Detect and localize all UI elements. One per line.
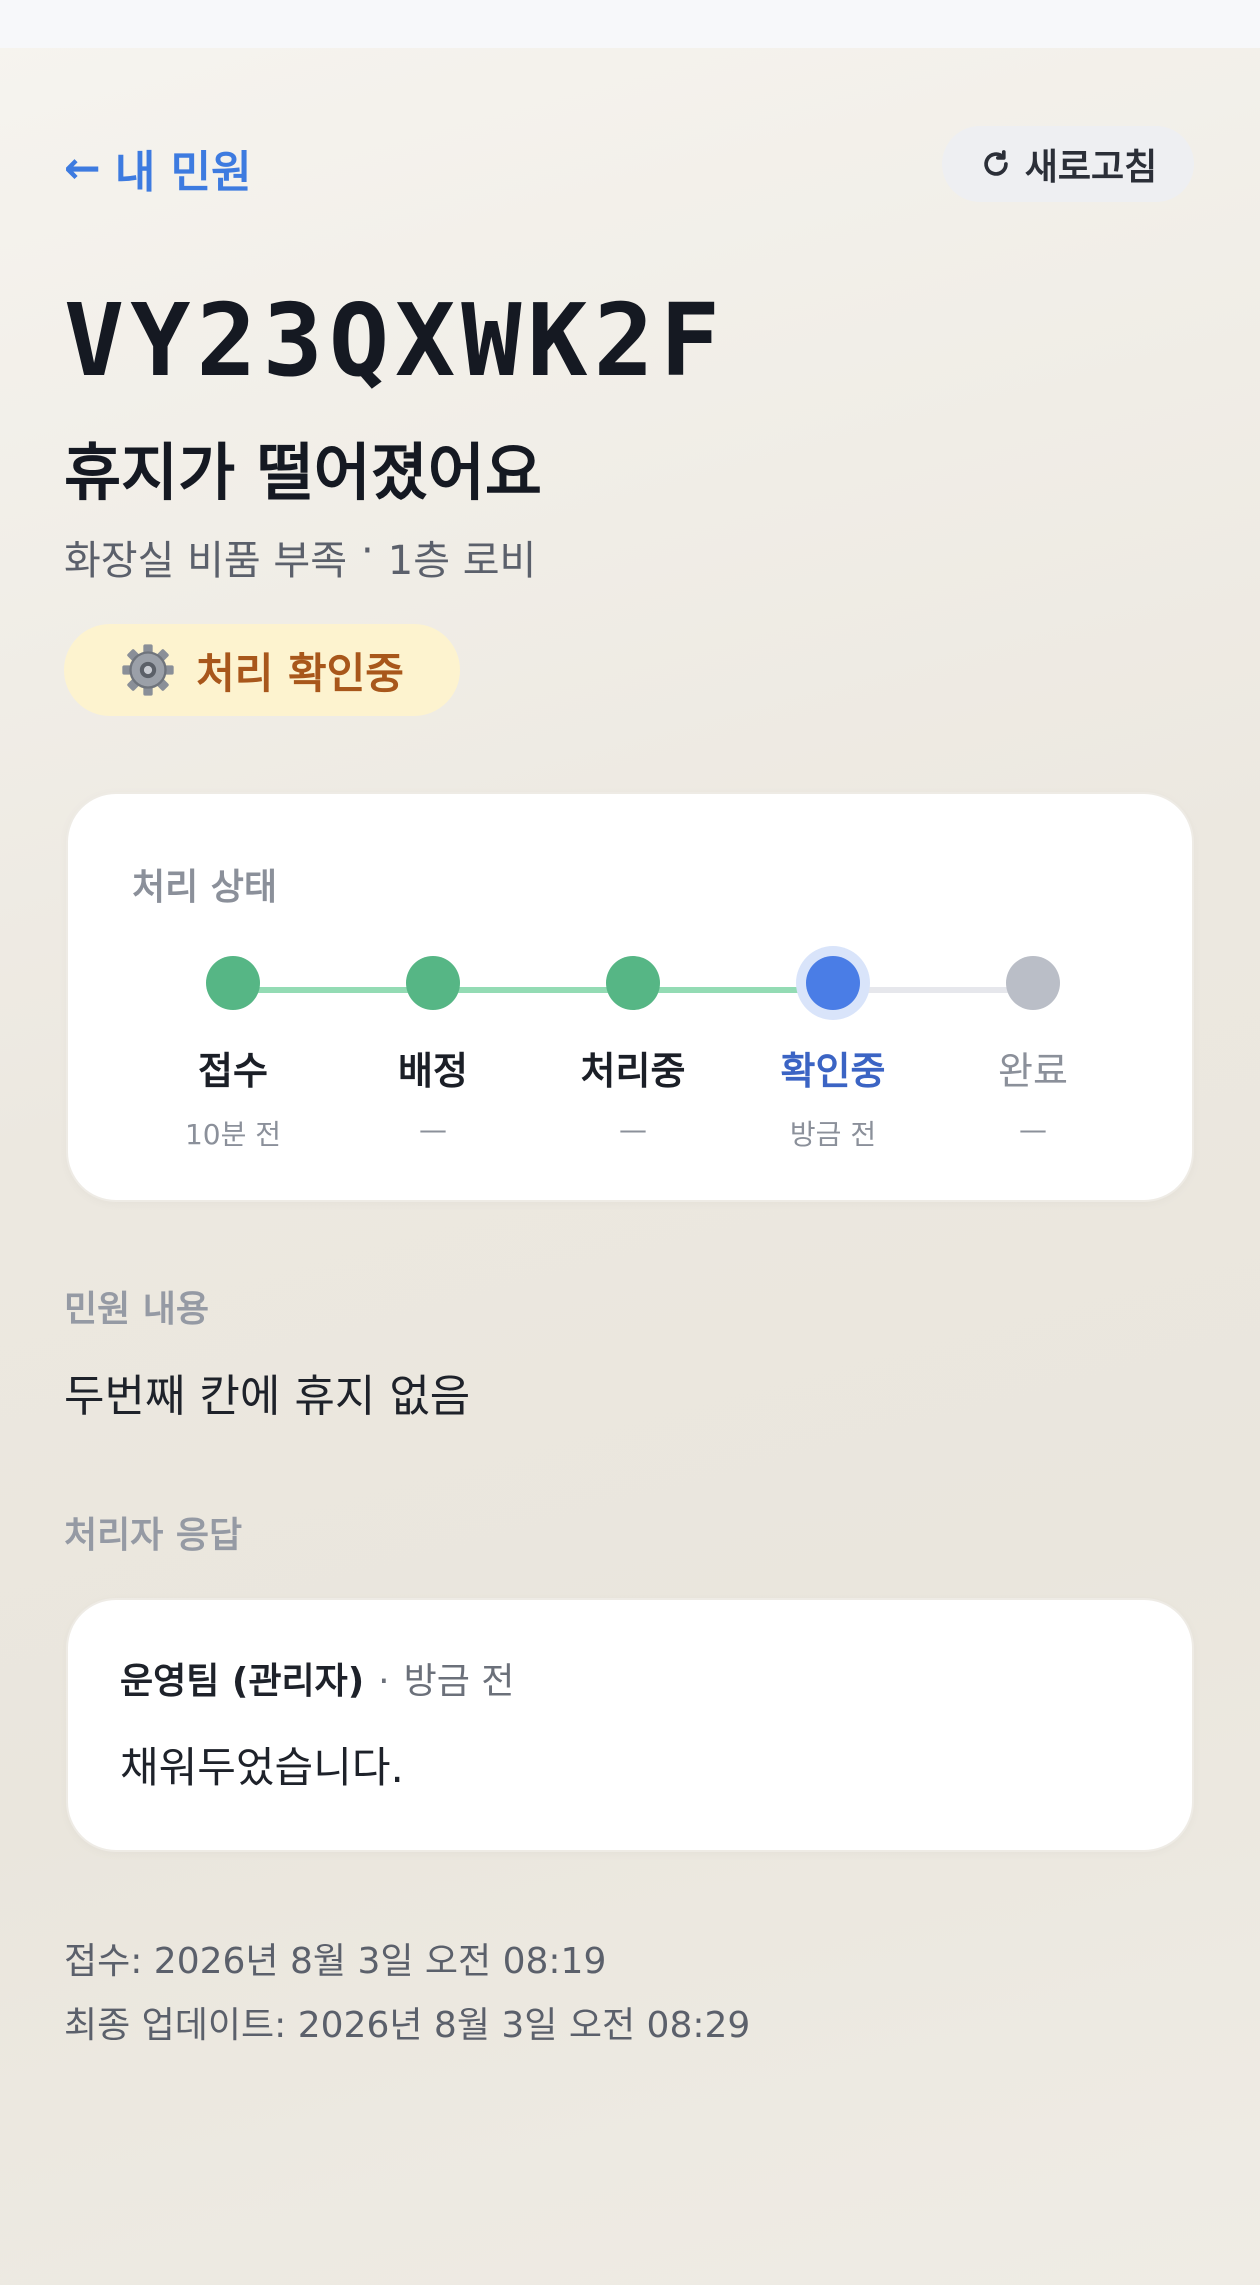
refresh-button-label: 새로고침 (1024, 147, 1158, 188)
reply-section-label: 처리자 응답 (64, 1515, 243, 1556)
step-time: 방금 전 (789, 1118, 877, 1151)
progress-step: 완료 — (933, 946, 1133, 1146)
complaint-text: 두번째 칸에 휴지 없음 (64, 1371, 471, 1422)
step-dot (1006, 956, 1060, 1010)
back-link-label: 내 민원 (114, 147, 252, 198)
step-label: 처리중 (580, 1049, 686, 1093)
step-time: 10분 전 (184, 1118, 282, 1151)
reply-header: 운영팀 (관리자) · 방금 전 (120, 1652, 514, 1704)
ticket-title: 휴지가 떨어졌어요 (64, 436, 542, 509)
reply-separator: · (378, 1661, 390, 1702)
arrow-left-icon: ← (64, 142, 101, 194)
top-bar (0, 0, 1260, 48)
updated-timestamp: 최종 업데이트: 2026년 8월 3일 오전 08:29 (64, 2005, 751, 2046)
progress-step: 접수 10분 전 (133, 946, 333, 1153)
step-dot (206, 956, 260, 1010)
reply-card: 운영팀 (관리자) · 방금 전 채워두었습니다. (66, 1598, 1194, 1852)
back-link[interactable]: ← 내 민원 (64, 136, 252, 200)
step-label: 완료 (998, 1049, 1068, 1093)
refresh-button[interactable]: 새로고침 (942, 126, 1194, 202)
ticket-category: 화장실 비품 부족 (64, 538, 348, 584)
step-label: 배정 (398, 1049, 468, 1093)
status-badge-label: 처리 확인중 (196, 648, 404, 698)
progress-step: 처리중 — (533, 946, 733, 1146)
ticket-location: 1층 로비 (387, 538, 537, 584)
step-label: 확인중 (780, 1049, 886, 1093)
reply-author: 운영팀 (관리자) (120, 1661, 365, 1702)
meta-separator: · (361, 528, 374, 574)
status-badge: 처리 확인중 (64, 624, 460, 716)
gear-icon (122, 644, 174, 696)
ticket-meta: 화장실 비품 부족 · 1층 로비 (64, 528, 536, 586)
step-dot-current (806, 956, 860, 1010)
reply-time: 방금 전 (403, 1661, 515, 1702)
step-time: — (619, 1113, 647, 1146)
step-dot (406, 956, 460, 1010)
step-time: — (1019, 1113, 1047, 1146)
submitted-timestamp: 접수: 2026년 8월 3일 오전 08:19 (64, 1941, 607, 1982)
step-dot (606, 956, 660, 1010)
progress-step-current: 확인중 방금 전 (733, 946, 933, 1153)
progress-card: 처리 상태 접수 10분 전 배정 — 처리중 — 확인중 방금 전 완료 — (66, 792, 1194, 1202)
step-time: — (419, 1113, 447, 1146)
reply-body: 채워두었습니다. (120, 1743, 404, 1792)
ticket-code: VY23QXWK2F (64, 282, 727, 399)
progress-step: 배정 — (333, 946, 533, 1146)
step-label: 접수 (198, 1049, 268, 1093)
complaint-section-label: 민원 내용 (64, 1289, 210, 1330)
progress-card-label: 처리 상태 (132, 867, 278, 908)
refresh-icon (984, 150, 1008, 176)
